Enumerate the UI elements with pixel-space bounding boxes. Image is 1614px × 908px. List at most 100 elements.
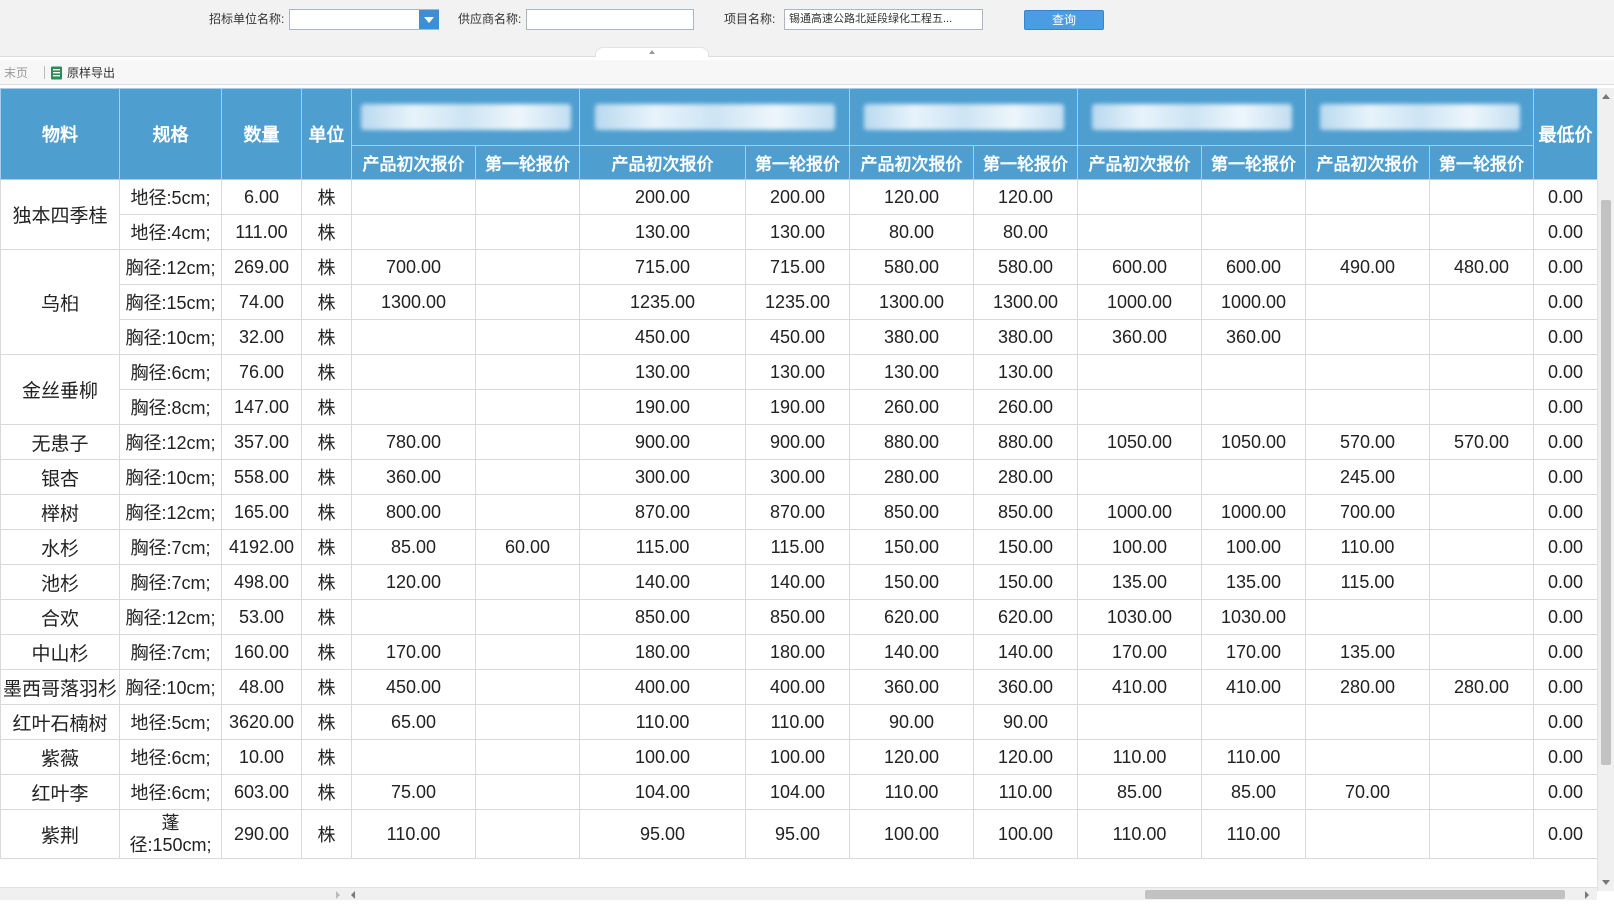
qty-cell: 74.00 <box>221 284 302 320</box>
round1-quote-cell <box>475 459 580 495</box>
qty-cell: 6.00 <box>221 179 302 215</box>
supplier-input[interactable] <box>526 9 694 30</box>
table-row[interactable]: 独本四季桂 地径:5cm; 6.00 株 200.00 200.00 120.00 120.0… <box>0 179 1597 250</box>
material-cell: 独本四季桂 <box>0 179 120 250</box>
table-row[interactable]: 榉树 胸径:12cm; 165.00 株 800.00 870.00 870.00 850.0… <box>0 494 1597 530</box>
grid-body: 独本四季桂 地径:5cm; 6.00 株 200.00 200.00 120.00 120.0… <box>0 179 1597 859</box>
table-row[interactable]: 胸径:8cm; 147.00 株 190.00 190.00 260.00 260.00 0.… <box>1 389 1597 425</box>
col-header-round1-quote[interactable]: 第一轮报价 <box>973 145 1078 180</box>
last-page-button[interactable]: 末页 <box>4 65 28 81</box>
scroll-up-icon[interactable] <box>1602 94 1610 99</box>
material-cell: 乌桕 <box>0 249 120 355</box>
project-input[interactable]: 锡通高速公路北延段绿化工程五... <box>784 9 983 30</box>
col-header-min-price[interactable]: 最低价 <box>1533 88 1597 180</box>
bidder-combo-input[interactable] <box>289 9 439 30</box>
initial-quote-cell: 110.00 <box>1077 739 1202 775</box>
table-row[interactable]: 金丝垂柳 胸径:6cm; 76.00 株 130.00 130.00 130.00 130.0… <box>0 354 1597 425</box>
query-button[interactable]: 查询 <box>1024 10 1104 30</box>
table-row[interactable]: 紫荆 蓬径:150cm; 290.00 株 110.00 95.00 95.00 100.00… <box>0 809 1597 859</box>
col-header-initial-quote[interactable]: 产品初次报价 <box>1305 145 1430 180</box>
min-price-cell: 0.00 <box>1533 179 1597 215</box>
spec-cell: 胸径:7cm; <box>119 634 222 670</box>
round1-quote-cell: 1030.00 <box>1201 599 1306 635</box>
round1-quote-cell: 90.00 <box>973 704 1078 740</box>
col-header-initial-quote[interactable]: 产品初次报价 <box>351 145 476 180</box>
col-header-unit[interactable]: 单位 <box>301 88 352 180</box>
table-row[interactable]: 墨西哥落羽杉 胸径:10cm; 48.00 株 450.00 400.00 400.00 36… <box>0 669 1597 705</box>
initial-quote-cell <box>1305 599 1430 635</box>
qty-cell: 111.00 <box>221 214 302 250</box>
round1-quote-cell <box>475 179 580 215</box>
initial-quote-cell: 110.00 <box>849 774 974 810</box>
round1-quote-cell: 60.00 <box>475 529 580 565</box>
scroll-left-icon[interactable] <box>351 891 355 899</box>
redacted-block <box>863 104 1064 130</box>
qty-cell: 558.00 <box>221 459 302 495</box>
table-row[interactable]: 无患子 胸径:12cm; 357.00 株 780.00 900.00 900.00 880.… <box>0 424 1597 460</box>
frozen-pane-arrow-icon <box>336 891 340 899</box>
col-header-round1-quote[interactable]: 第一轮报价 <box>475 145 580 180</box>
round1-quote-cell: 1300.00 <box>973 284 1078 320</box>
material-cell: 无患子 <box>0 424 120 460</box>
round1-quote-cell: 110.00 <box>1201 809 1306 859</box>
col-header-initial-quote[interactable]: 产品初次报价 <box>1077 145 1202 180</box>
table-row[interactable]: 紫薇 地径:6cm; 10.00 株 100.00 100.00 120.00 120.00 1… <box>0 739 1597 775</box>
col-header-round1-quote[interactable]: 第一轮报价 <box>1201 145 1306 180</box>
spec-cell: 胸径:7cm; <box>119 529 222 565</box>
min-price-cell: 0.00 <box>1533 459 1597 495</box>
table-row[interactable]: 红叶石楠树 地径:5cm; 3620.00 株 65.00 110.00 110.00 90.… <box>0 704 1597 740</box>
qty-cell: 357.00 <box>221 424 302 460</box>
spec-cell: 胸径:7cm; <box>119 564 222 600</box>
vertical-scrollbar[interactable] <box>1597 88 1614 891</box>
table-row[interactable]: 水杉 胸径:7cm; 4192.00 株 85.00 60.00 115.00 115.00 1… <box>0 529 1597 565</box>
table-row[interactable]: 胸径:10cm; 32.00 株 450.00 450.00 380.00 380.00 36… <box>1 319 1597 355</box>
collapse-toggle[interactable] <box>595 47 709 57</box>
initial-quote-cell: 1300.00 <box>849 284 974 320</box>
spec-cell: 胸径:12cm; <box>119 494 222 530</box>
col-header-round1-quote[interactable]: 第一轮报价 <box>1429 145 1534 180</box>
spec-cell: 胸径:10cm; <box>119 319 222 355</box>
col-header-initial-quote[interactable]: 产品初次报价 <box>849 145 974 180</box>
round1-quote-cell: 95.00 <box>745 809 850 859</box>
initial-quote-cell: 200.00 <box>579 179 746 215</box>
vertical-scroll-thumb[interactable] <box>1601 200 1611 765</box>
min-price-cell: 0.00 <box>1533 249 1597 285</box>
col-header-material[interactable]: 物料 <box>0 88 120 180</box>
table-row[interactable]: 地径:4cm; 111.00 株 130.00 130.00 80.00 80.00 0.00 <box>1 214 1597 250</box>
col-header-initial-quote[interactable]: 产品初次报价 <box>579 145 746 180</box>
col-header-round1-quote[interactable]: 第一轮报价 <box>745 145 850 180</box>
supplier-label: 供应商名称: <box>458 12 522 26</box>
supplier-2-header-redacted <box>579 88 850 146</box>
initial-quote-cell: 65.00 <box>351 704 476 740</box>
col-header-spec[interactable]: 规格 <box>119 88 222 180</box>
scroll-down-icon[interactable] <box>1602 880 1610 885</box>
table-row[interactable]: 胸径:15cm; 74.00 株 1300.00 1235.00 1235.00 1300.… <box>1 284 1597 320</box>
unit-cell: 株 <box>301 179 352 215</box>
table-row[interactable]: 池杉 胸径:7cm; 498.00 株 120.00 140.00 140.00 150.00… <box>0 564 1597 600</box>
table-row[interactable]: 中山杉 胸径:7cm; 160.00 株 170.00 180.00 180.00 140.0… <box>0 634 1597 670</box>
table-row[interactable]: 乌桕 胸径:12cm; 269.00 株 700.00 715.00 715.00 580.0… <box>0 249 1597 355</box>
table-row[interactable]: 银杏 胸径:10cm; 558.00 株 360.00 300.00 300.00 280.0… <box>0 459 1597 495</box>
round1-quote-cell: 110.00 <box>1201 739 1306 775</box>
table-row[interactable]: 红叶李 地径:6cm; 603.00 株 75.00 104.00 104.00 110.00… <box>0 774 1597 810</box>
unit-cell: 株 <box>301 459 352 495</box>
initial-quote-cell <box>1305 354 1430 390</box>
col-header-qty[interactable]: 数量 <box>221 88 302 180</box>
excel-icon <box>51 66 62 80</box>
round1-quote-cell <box>1201 214 1306 250</box>
spec-cell: 胸径:8cm; <box>119 389 222 425</box>
initial-quote-cell <box>351 354 476 390</box>
chevron-down-icon[interactable] <box>419 10 439 29</box>
horizontal-scrollbar[interactable] <box>0 887 1597 900</box>
min-price-cell: 0.00 <box>1533 599 1597 635</box>
table-row[interactable]: 合欢 胸径:12cm; 53.00 株 850.00 850.00 620.00 620.00… <box>0 599 1597 635</box>
export-button[interactable]: 原样导出 <box>50 65 115 81</box>
min-price-cell: 0.00 <box>1533 774 1597 810</box>
round1-quote-cell: 1235.00 <box>745 284 850 320</box>
horizontal-scroll-thumb[interactable] <box>1145 890 1565 899</box>
scroll-right-icon[interactable] <box>1585 891 1589 899</box>
initial-quote-cell: 870.00 <box>579 494 746 530</box>
round1-quote-cell <box>1201 704 1306 740</box>
round1-quote-cell <box>1429 564 1534 600</box>
initial-quote-cell: 400.00 <box>579 669 746 705</box>
